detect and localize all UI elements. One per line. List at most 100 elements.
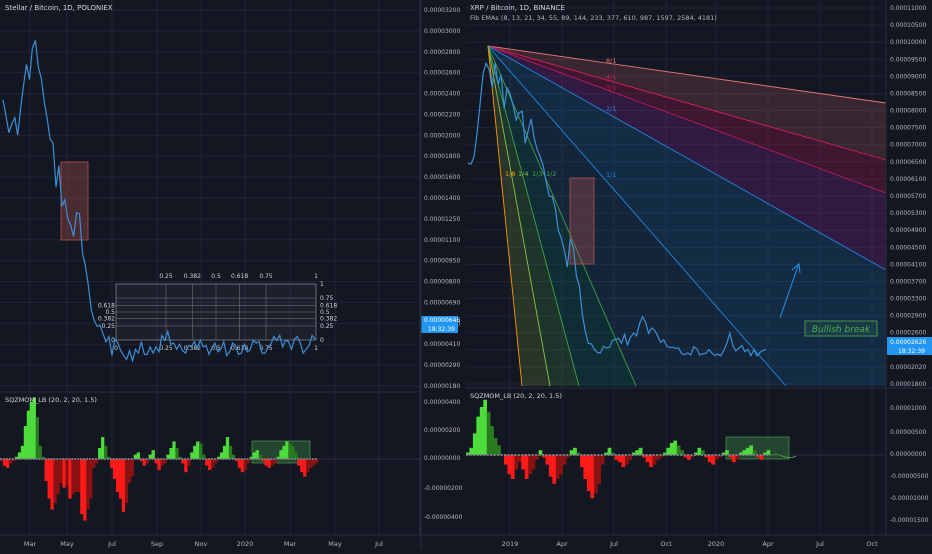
squeeze-dot xyxy=(745,454,748,456)
left-momentum-bar xyxy=(59,459,63,484)
right-price-tick-label: 0.00007500 xyxy=(890,125,926,132)
right-price-tick-label: 0.00003700 xyxy=(890,278,926,285)
dual-chart-canvas[interactable]: 8/14/13/12/11/11/21/31/41/8 0.25 0.382 0.5… xyxy=(0,0,932,550)
squeeze-dot xyxy=(545,454,548,456)
squeeze-dot xyxy=(645,454,648,456)
squeeze-dot xyxy=(106,458,109,460)
right-time-tick-label: Apr xyxy=(556,540,568,548)
left-momentum-bar xyxy=(44,459,48,481)
right-momentum-bar xyxy=(486,411,491,455)
right-momentum-bar xyxy=(472,433,477,455)
squeeze-dot xyxy=(196,458,198,460)
left-countdown-text: 18:32:39 xyxy=(428,326,455,333)
right-momentum-bar xyxy=(711,455,716,465)
squeeze-dot xyxy=(700,454,703,456)
squeeze-dot xyxy=(649,454,652,456)
squeeze-dot xyxy=(225,458,228,460)
squeeze-dot xyxy=(234,458,237,460)
fib-right-label: 0.382 xyxy=(320,316,337,323)
squeeze-dot xyxy=(5,458,8,460)
right-momentum-bar xyxy=(624,455,629,465)
left-last-price-text: 0.00000646 xyxy=(424,317,460,324)
left-price-tick-label: 0.00003200 xyxy=(424,7,460,14)
squeeze-dot xyxy=(631,454,634,456)
squeeze-dot xyxy=(562,454,565,456)
right-momentum-bar xyxy=(618,455,622,463)
right-momentum-bar xyxy=(707,455,712,463)
right-momentum-bar xyxy=(732,455,736,463)
squeeze-dot xyxy=(145,458,148,460)
squeeze-dot xyxy=(752,454,755,456)
right-price-tick-label: 0.00004500 xyxy=(890,244,926,251)
squeeze-dot xyxy=(524,454,527,456)
right-momentum-bar xyxy=(507,455,512,475)
left-price-tick-label: 0.00002400 xyxy=(424,91,460,98)
squeeze-dot xyxy=(580,454,583,456)
left-price-tick-label: 0.00000690 xyxy=(424,299,460,306)
left-momentum-bar xyxy=(109,459,114,468)
squeeze-dot xyxy=(47,458,50,460)
squeeze-dot xyxy=(86,458,88,460)
squeeze-dot xyxy=(142,458,145,460)
right-price-tick-label: 0.00002900 xyxy=(890,313,926,320)
right-price-tick-label: 0.00010500 xyxy=(890,22,926,29)
squeeze-dot xyxy=(68,458,71,460)
left-momentum-bar xyxy=(211,459,215,468)
squeeze-dot xyxy=(472,454,475,456)
squeeze-dot xyxy=(559,454,562,456)
squeeze-dot xyxy=(642,454,645,456)
fib-left-label: 0.382 xyxy=(98,316,115,323)
right-momentum-bar xyxy=(697,447,702,455)
squeeze-dot xyxy=(202,458,204,460)
squeeze-dot xyxy=(237,458,240,460)
right-price-tick-label: 0.00005700 xyxy=(890,193,926,200)
left-momentum-tick-label: -0.00000400 xyxy=(424,514,463,521)
squeeze-dot xyxy=(469,454,472,456)
squeeze-dot xyxy=(680,454,683,456)
squeeze-dot xyxy=(576,454,579,456)
right-momentum-bar xyxy=(548,455,553,477)
squeeze-dot xyxy=(243,458,246,460)
trading-chart-workspace: 8/1 4/1 3/1 2/1 1/1 1/2 1/3 1/4 1/8 0.25 0.382 0.5… xyxy=(0,0,932,550)
fib-fan-label: 1/4 xyxy=(518,170,528,178)
squeeze-dot xyxy=(276,458,279,460)
left-momentum-bar xyxy=(199,443,203,459)
squeeze-dot xyxy=(690,454,693,456)
fib-fan-label: 8/1 xyxy=(606,57,616,65)
squeeze-dot xyxy=(749,454,752,456)
squeeze-dot xyxy=(486,454,489,456)
squeeze-dot xyxy=(621,454,624,456)
left-momentum-bar xyxy=(83,459,87,521)
squeeze-dot xyxy=(53,458,56,460)
right-momentum-tick-label: 0.00000500 xyxy=(890,429,926,436)
squeeze-dot xyxy=(252,458,255,460)
fib-top-label: 0.75 xyxy=(259,273,273,280)
squeeze-dot xyxy=(597,454,600,456)
right-momentum-tick-label: -0.00001500 xyxy=(890,517,929,524)
left-momentum-bar xyxy=(196,441,200,459)
right-momentum-bar xyxy=(469,447,474,455)
squeeze-dot xyxy=(77,458,80,460)
left-price-tick-label: 0.00001250 xyxy=(424,216,460,223)
squeeze-dot xyxy=(766,454,769,456)
left-momentum-bar xyxy=(291,445,295,459)
right-chart-title: XRP / Bitcoin, 1D, BINANCE xyxy=(470,4,565,12)
squeeze-dot xyxy=(759,454,762,456)
left-momentum-bar xyxy=(172,441,176,459)
left-time-tick-label: May xyxy=(60,540,74,548)
squeeze-dot xyxy=(213,458,216,460)
left-time-tick-label: Mar xyxy=(24,540,37,548)
left-momentum-bar xyxy=(65,459,69,486)
bullish-break-annotation[interactable]: Bullish break xyxy=(804,320,878,337)
left-time-tick-label: Sep xyxy=(151,540,163,548)
left-momentum-bar xyxy=(29,401,33,459)
squeeze-dot xyxy=(479,454,482,456)
squeeze-dot xyxy=(573,454,576,456)
left-momentum-bar xyxy=(151,450,155,459)
fib-fan-label: 1/3 xyxy=(532,170,542,178)
left-time-tick-label: Jul xyxy=(374,540,383,548)
right-momentum-tick-label: -0.00001000 xyxy=(890,495,929,502)
squeeze-dot xyxy=(178,458,181,460)
left-momentum-bar xyxy=(5,459,10,468)
squeeze-dot xyxy=(535,454,538,456)
